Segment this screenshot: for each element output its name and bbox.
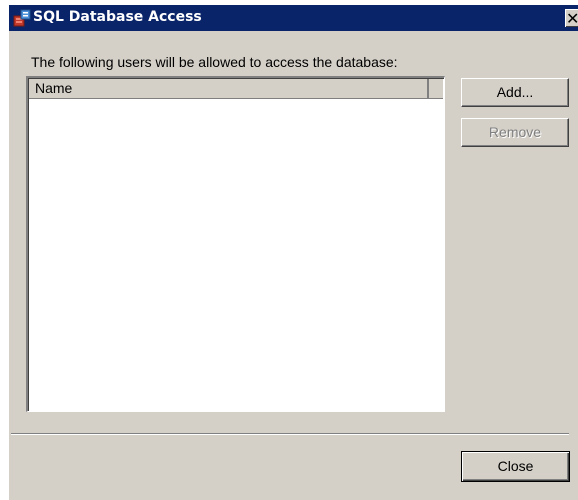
close-button[interactable]: Close	[461, 451, 570, 482]
column-header-spacer	[429, 79, 443, 99]
users-list[interactable]: Name	[26, 76, 445, 412]
close-window-icon[interactable]: ✕	[565, 9, 578, 27]
window-title: SQL Database Access	[33, 9, 202, 25]
separator-line	[11, 433, 569, 435]
sql-database-access-dialog: SQL Database Access ✕ The following user…	[8, 4, 578, 500]
remove-button[interactable]: Remove	[461, 118, 569, 147]
column-header-name[interactable]: Name	[29, 79, 429, 99]
add-button[interactable]: Add...	[461, 78, 569, 107]
title-bar[interactable]: SQL Database Access ✕	[9, 5, 578, 31]
sql-database-icon	[13, 9, 31, 27]
description-label: The following users will be allowed to a…	[31, 54, 398, 70]
